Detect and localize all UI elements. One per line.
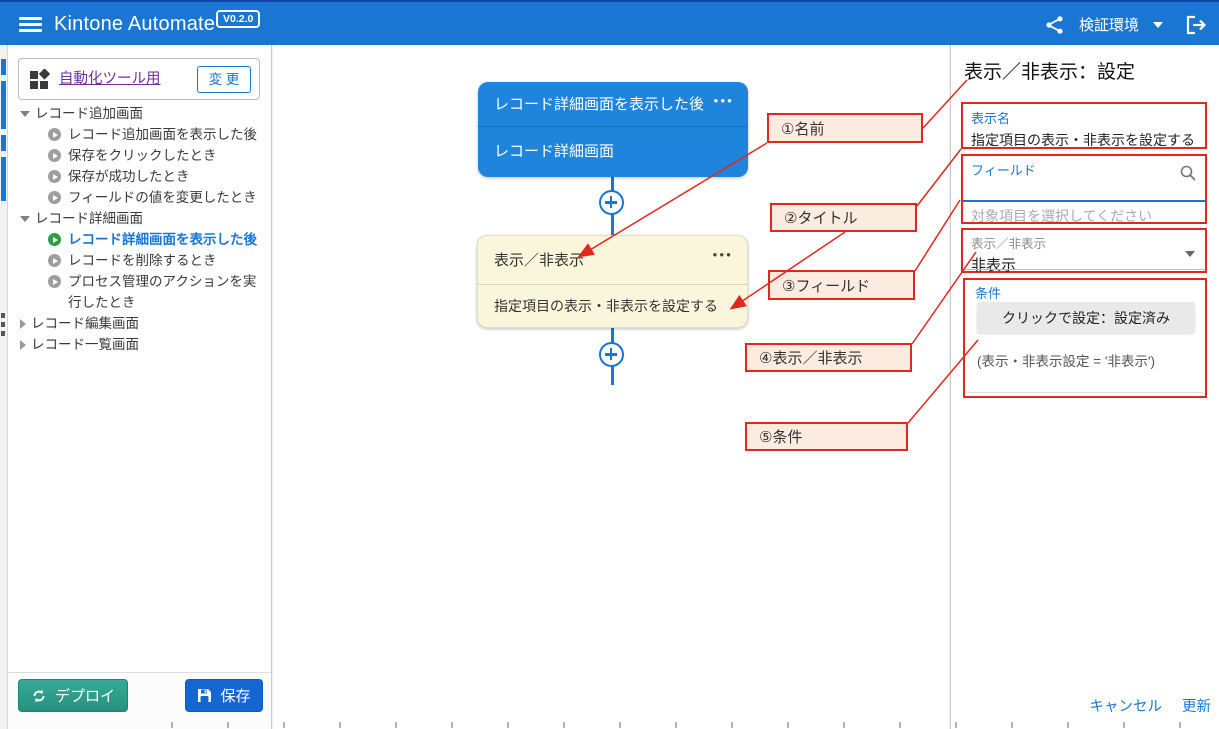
field-input-underline <box>963 200 1205 202</box>
version-badge: V0.2.0 <box>216 10 260 28</box>
tree-item[interactable]: プロセス管理のアクションを実行したとき <box>14 271 266 313</box>
condition-divider <box>967 392 1203 393</box>
flow-node-title: 表示／非表示 <box>478 236 747 285</box>
save-button[interactable]: 保存 <box>185 679 263 712</box>
display-name-field: 表示名 指定項目の表示・非表示を設定する <box>961 102 1207 149</box>
chevron-down-icon <box>20 111 30 117</box>
field-input-placeholder[interactable]: 対象項目を選択してください <box>971 206 1152 226</box>
logout-icon[interactable] <box>1185 15 1207 35</box>
event-tree: レコード追加画面 レコード追加画面を表示した後 保存をクリックしたとき 保存が成… <box>14 103 266 355</box>
flow-node-record-detail[interactable]: レコード詳細画面を表示した後 ●●● レコード詳細画面 <box>478 82 748 177</box>
search-icon[interactable] <box>1179 164 1197 187</box>
app-window: Kintone Automate V0.2.0 検証環境 自動化ツール用 <box>0 0 1219 729</box>
update-button[interactable]: 更新 <box>1182 695 1211 716</box>
visibility-value: 非表示 <box>971 254 1197 275</box>
play-circle-icon <box>48 128 61 141</box>
tree-group-record-list[interactable]: レコード一覧画面 <box>14 334 266 355</box>
play-circle-icon <box>48 254 61 267</box>
play-circle-icon <box>48 191 61 204</box>
app-blocks-icon <box>29 69 51 91</box>
annotation-condition: ⑤条件 <box>745 422 908 451</box>
more-menu-icon[interactable]: ●●● <box>714 96 735 105</box>
deploy-button[interactable]: デプロイ <box>18 679 128 712</box>
settings-panel: 表示／非表示：設定 表示名 指定項目の表示・非表示を設定する フィールド 対象項… <box>950 45 1219 729</box>
chevron-down-icon <box>20 216 30 222</box>
panel-title: 表示／非表示：設定 <box>964 57 1135 84</box>
chevron-right-icon <box>20 340 26 350</box>
condition-section: 条件 クリックで設定：設定済み (表示・非表示設定 = '非表示') <box>963 278 1207 398</box>
save-floppy-icon <box>197 688 212 703</box>
tree-item[interactable]: 保存が成功したとき <box>14 166 266 187</box>
tree-group-record-detail[interactable]: レコード詳細画面 <box>14 208 266 229</box>
sidebar-footer: デプロイ 保存 <box>8 672 271 729</box>
environment-label[interactable]: 検証環境 <box>1079 14 1139 35</box>
tree-item[interactable]: フィールドの値を変更したとき <box>14 187 266 208</box>
tree-item[interactable]: 保存をクリックしたとき <box>14 145 266 166</box>
flow-node-title: レコード詳細画面を表示した後 <box>478 82 748 127</box>
annotation-name: ①名前 <box>767 113 923 143</box>
environment-caret-icon[interactable] <box>1153 22 1163 28</box>
flow-node-subtitle: レコード詳細画面 <box>478 127 748 176</box>
tree-group-record-edit[interactable]: レコード編集画面 <box>14 313 266 334</box>
left-edge-strip <box>0 45 8 729</box>
display-name-label: 表示名 <box>971 108 1197 127</box>
flow-node-subtitle: 指定項目の表示・非表示を設定する <box>478 285 747 327</box>
play-circle-icon <box>48 170 61 183</box>
visibility-underline <box>963 269 1205 270</box>
hamburger-menu-icon[interactable] <box>19 17 42 32</box>
visibility-select[interactable]: 表示／非表示 非表示 <box>961 228 1207 273</box>
play-circle-icon <box>48 149 61 162</box>
chevron-right-icon <box>20 319 26 329</box>
tree-item[interactable]: レコード追加画面を表示した後 <box>14 124 266 145</box>
app-name-link[interactable]: 自動化ツール用 <box>59 59 161 99</box>
condition-summary: (表示・非表示設定 = '非表示') <box>977 350 1155 370</box>
tree-group-record-add[interactable]: レコード追加画面 <box>14 103 266 124</box>
condition-label: 条件 <box>975 283 1195 302</box>
select-caret-icon[interactable] <box>1185 251 1195 257</box>
app-selector-box: 自動化ツール用 変 更 <box>18 58 260 100</box>
tree-item-selected[interactable]: レコード詳細画面を表示した後 <box>14 229 266 250</box>
tree-item[interactable]: レコードを削除するとき <box>14 250 266 271</box>
condition-set-button[interactable]: クリックで設定：設定済み <box>977 302 1195 333</box>
sidebar: 自動化ツール用 変 更 レコード追加画面 レコード追加画面を表示した後 保存をク… <box>8 45 272 729</box>
change-app-button[interactable]: 変 更 <box>197 66 251 93</box>
field-selector: フィールド 対象項目を選択してください <box>961 154 1207 224</box>
annotation-title: ②タイトル <box>770 203 917 232</box>
add-step-button[interactable] <box>599 342 624 367</box>
cancel-button[interactable]: キャンセル <box>1090 695 1163 716</box>
annotation-field: ③フィールド <box>768 270 915 300</box>
play-circle-icon <box>48 275 61 288</box>
field-label: フィールド <box>971 160 1197 179</box>
annotation-visibility: ④表示／非表示 <box>745 343 912 372</box>
visibility-label: 表示／非表示 <box>971 233 1197 252</box>
add-step-button[interactable] <box>599 190 624 215</box>
sync-icon <box>31 688 47 704</box>
display-name-value[interactable]: 指定項目の表示・非表示を設定する <box>971 130 1197 150</box>
more-menu-icon[interactable]: ●●● <box>713 250 734 259</box>
play-circle-icon-active <box>48 233 61 246</box>
app-title: Kintone Automate <box>54 2 215 46</box>
share-icon[interactable] <box>1045 15 1065 35</box>
top-header-bar: Kintone Automate V0.2.0 検証環境 <box>0 0 1219 45</box>
flow-node-visibility-action[interactable]: 表示／非表示 ●●● 指定項目の表示・非表示を設定する <box>477 235 748 328</box>
